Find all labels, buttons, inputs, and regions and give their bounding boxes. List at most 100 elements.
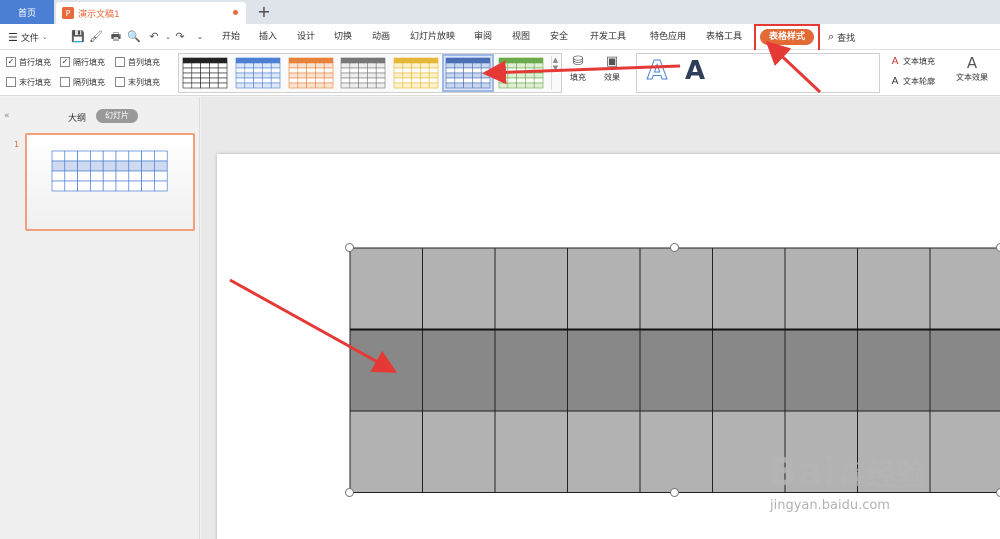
menu-view[interactable]: 视图 [512, 30, 530, 44]
table-style-thumb[interactable] [181, 56, 229, 90]
text-fill-button[interactable]: A 文本填充 [890, 56, 935, 67]
table-style-thumb[interactable] [287, 56, 335, 90]
print-preview-icon[interactable]: 🔍 [126, 29, 142, 45]
format-painter-icon[interactable]: 🖌 [88, 29, 104, 45]
text-fill-label: 文本填充 [903, 57, 935, 66]
find-label: 查找 [837, 33, 856, 44]
collapse-panel-icon[interactable]: « [4, 111, 10, 121]
thumbnail-cell [141, 160, 155, 172]
wordart-style-hatched-icon[interactable]: A [685, 56, 705, 86]
customize-toolbar-icon[interactable]: ⌄ [192, 29, 208, 45]
ribbon: ✓ 首行填充 ✓ 隔行填充 首列填充 末行填充 隔列填充 末列填充 ▲ ▼ ⛁ 填… [0, 50, 1000, 96]
menu-animation[interactable]: 动画 [372, 30, 390, 44]
file-menu-label: 文件 [20, 33, 39, 44]
thumbnail-cell [51, 180, 66, 192]
redo-icon[interactable]: ↷ [172, 29, 188, 45]
menu-design[interactable]: 设计 [297, 30, 315, 44]
effect-icon: ▣ [605, 54, 619, 69]
paint-bucket-icon: ⛁ [572, 54, 584, 69]
table-cell [639, 329, 713, 412]
menu-developer[interactable]: 开发工具 [590, 30, 626, 44]
menu-review[interactable]: 审阅 [474, 30, 492, 44]
table-cell [784, 329, 858, 412]
thumbnail-cell [141, 180, 155, 192]
table-cell [422, 329, 496, 412]
resize-handle[interactable] [996, 243, 1000, 252]
thumbnail-cell [102, 150, 117, 162]
menu-transition[interactable]: 切换 [334, 30, 352, 44]
thumbnail-cell [141, 150, 155, 162]
effect-button[interactable]: ▣ 效果 [602, 54, 622, 83]
checkbox-label: 隔列填充 [73, 77, 105, 87]
menu-special[interactable]: 特色应用 [650, 30, 686, 44]
thumbnail-cell [154, 160, 168, 172]
table-cell [422, 247, 496, 330]
table-cell [639, 247, 713, 330]
text-effect-button[interactable]: A 文本效果 [956, 54, 988, 83]
chevron-down-icon: ⌄ [41, 33, 48, 41]
thumbnail-cell [51, 150, 66, 162]
resize-handle[interactable] [345, 488, 354, 497]
resize-handle[interactable] [345, 243, 354, 252]
menu-table-tools[interactable]: 表格工具 [706, 30, 742, 44]
fill-button[interactable]: ⛁ 填充 [568, 54, 588, 83]
table-cell [567, 410, 641, 493]
table-cell [929, 247, 1000, 330]
checkbox-label: 首行填充 [19, 57, 51, 67]
checkbox-box [6, 77, 16, 87]
tab-outline[interactable]: 大纲 [68, 111, 86, 124]
wordart-style-outline-icon[interactable]: A [646, 56, 667, 87]
table-style-gallery: ▲ ▼ [178, 53, 562, 93]
checkbox-label: 首列填充 [128, 57, 160, 67]
menu-insert[interactable]: 插入 [259, 30, 277, 44]
table-style-thumb[interactable] [339, 56, 387, 90]
table-style-thumb-selected[interactable] [442, 54, 494, 92]
checkbox-label: 隔行填充 [73, 57, 105, 67]
table-style-thumb[interactable] [392, 56, 440, 90]
table-cell [349, 247, 423, 330]
watermark-logo: Bai⁂经验 [768, 450, 927, 494]
checkbox-last-column[interactable]: 末列填充 [115, 75, 160, 89]
checkbox-box [60, 77, 70, 87]
print-icon[interactable]: 🖶 [108, 29, 124, 45]
tab-document[interactable]: P 演示文稿1 [56, 2, 246, 24]
wordart-gallery: A A [636, 53, 880, 93]
checkbox-header-row[interactable]: ✓ 首行填充 [6, 55, 51, 69]
slide-thumbnail[interactable] [25, 133, 195, 231]
checkbox-box: ✓ [60, 57, 70, 67]
table-style-thumb[interactable] [497, 56, 545, 90]
document-tab-label: 演示文稿1 [78, 9, 120, 20]
menu-slideshow[interactable]: 幻灯片放映 [410, 30, 455, 44]
menu-security[interactable]: 安全 [550, 30, 568, 44]
text-effect-label: 文本效果 [956, 73, 988, 82]
resize-handle[interactable] [670, 488, 679, 497]
checkbox-banded-rows[interactable]: ✓ 隔行填充 [60, 55, 105, 69]
resize-handle[interactable] [670, 243, 679, 252]
checkbox-first-column[interactable]: 首列填充 [115, 55, 160, 69]
new-tab-button[interactable]: + [256, 2, 272, 22]
thumbnail-cell [154, 180, 168, 192]
text-outline-icon: A [891, 76, 899, 87]
menu-bar: ☰ 文件 ⌄ 💾 🖌 🖶 🔍 ↶ ⌄ ↷ ⌄ 开始 插入 设计 切换 动画 幻灯… [0, 24, 1000, 50]
thumbnail-cell [64, 150, 78, 162]
checkbox-banded-columns[interactable]: 隔列填充 [60, 75, 105, 89]
table-cell [349, 329, 423, 412]
text-outline-label: 文本轮廓 [903, 77, 935, 86]
thumbnail-cell [154, 170, 168, 182]
file-menu-button[interactable]: ☰ 文件 ⌄ [8, 29, 48, 45]
thumbnail-cell [115, 150, 130, 162]
checkbox-total-row[interactable]: 末行填充 [6, 75, 51, 89]
thumbnail-cell [102, 160, 117, 172]
thumbnail-table [51, 150, 168, 192]
find-button[interactable]: ⌕ 查找 [828, 29, 855, 45]
table-style-thumb[interactable] [234, 56, 282, 90]
menu-start[interactable]: 开始 [222, 30, 240, 44]
gallery-scroll-button[interactable]: ▲ ▼ [551, 56, 559, 90]
thumbnail-cell [77, 170, 91, 182]
thumbnail-cell [64, 170, 78, 182]
thumbnail-cell [90, 180, 104, 192]
tab-home[interactable]: 首页 [0, 0, 54, 24]
tab-slides[interactable]: 幻灯片 [96, 109, 138, 123]
save-icon[interactable]: 💾 [70, 29, 86, 45]
text-outline-button[interactable]: A 文本轮廓 [890, 76, 935, 87]
